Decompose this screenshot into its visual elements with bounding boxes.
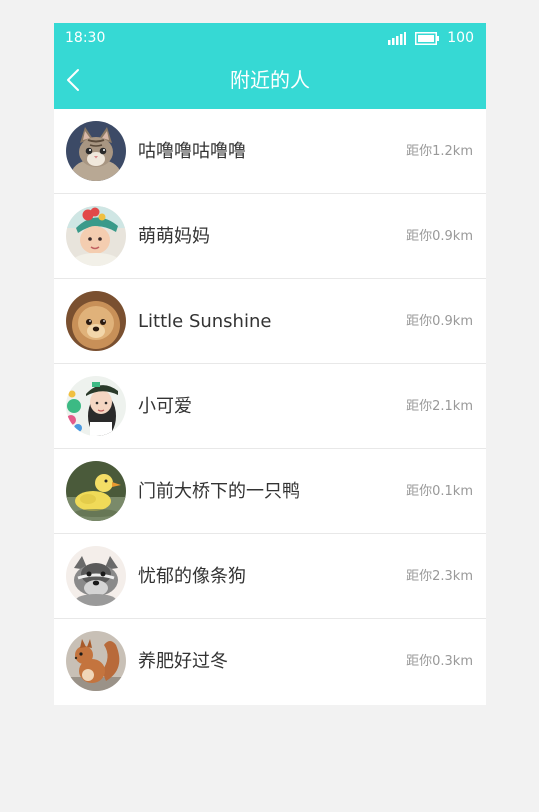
list-item[interactable]: 萌萌妈妈 距你0.9km [54, 194, 486, 279]
person-name: 萌萌妈妈 [138, 226, 210, 247]
phone-screen: 18:30 100 附近的人 咕噜噜咕噜噜 距你1.2km 萌萌妈妈 距你0.9… [54, 23, 486, 705]
puppy-avatar [66, 291, 126, 351]
person-name: 小可爱 [138, 396, 192, 417]
person-name: 门前大桥下的一只鸭 [138, 481, 300, 502]
battery-level: 100 [447, 30, 474, 46]
list-item[interactable]: 门前大桥下的一只鸭 距你0.1km [54, 449, 486, 534]
schnauzer-avatar [66, 546, 126, 606]
person-name: 咕噜噜咕噜噜 [138, 141, 246, 162]
person-distance: 距你0.3km [406, 654, 473, 669]
duckling-avatar [66, 461, 126, 521]
person-name: 忧郁的像条狗 [138, 566, 246, 587]
kitten-avatar [66, 121, 126, 181]
status-indicators: 100 [388, 30, 474, 46]
person-distance: 距你2.1km [406, 399, 473, 414]
list-item[interactable]: 忧郁的像条狗 距你2.3km [54, 534, 486, 619]
person-name: Little Sunshine [138, 311, 272, 332]
status-time: 18:30 [65, 30, 106, 46]
nearby-people-list: 咕噜噜咕噜噜 距你1.2km 萌萌妈妈 距你0.9km Little Sunsh… [54, 109, 486, 704]
person-distance: 距你1.2km [406, 144, 473, 159]
list-item[interactable]: 养肥好过冬 距你0.3km [54, 619, 486, 704]
list-item[interactable]: 小可爱 距你2.1km [54, 364, 486, 449]
person-name: 养肥好过冬 [138, 651, 228, 672]
person-distance: 距你2.3km [406, 569, 473, 584]
battery-icon [415, 31, 440, 45]
header-bar: 18:30 100 附近的人 [54, 23, 486, 109]
baby-avatar [66, 206, 126, 266]
list-item[interactable]: 咕噜噜咕噜噜 距你1.2km [54, 109, 486, 194]
list-item[interactable]: Little Sunshine 距你0.9km [54, 279, 486, 364]
person-distance: 距你0.1km [406, 484, 473, 499]
page-title: 附近的人 [230, 68, 310, 92]
person-distance: 距你0.9km [406, 314, 473, 329]
girl-avatar [66, 376, 126, 436]
squirrel-avatar [66, 631, 126, 691]
signal-icon [388, 31, 407, 45]
person-distance: 距你0.9km [406, 229, 473, 244]
